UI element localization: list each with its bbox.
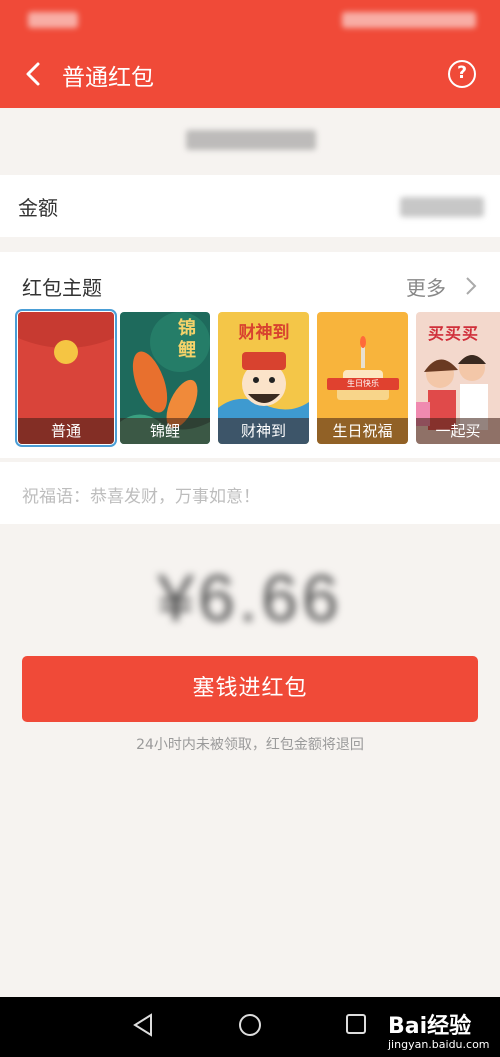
refund-note: 24小时内未被领取，红包金额将退回: [136, 737, 364, 753]
theme-caption: 一起买: [416, 418, 500, 444]
total-amount-display: ¥6.66: [0, 560, 500, 650]
more-themes-link[interactable]: 更多: [406, 272, 446, 301]
theme-caption: 财神到: [218, 418, 309, 444]
recipient-blurred: [186, 130, 316, 150]
amount-row[interactable]: 金额: [0, 175, 500, 237]
theme-card-koi[interactable]: 锦鲤 锦鲤: [120, 312, 210, 444]
theme-caption: 锦鲤: [120, 418, 210, 444]
theme-card-fortune-god[interactable]: 财神到 财神到: [218, 312, 309, 444]
top-nav-bar: 普通红包 ?: [0, 40, 500, 108]
chevron-right-icon[interactable]: [462, 274, 480, 298]
theme-card-normal[interactable]: 普通: [15, 309, 117, 447]
watermark-brand: Bai经验: [388, 1014, 472, 1039]
status-bar-right-blurred: [342, 12, 476, 28]
theme-card-shopping[interactable]: 买买买 一起买: [416, 312, 500, 444]
recipient-row: [0, 108, 500, 172]
theme-section-title: 红包主题: [22, 276, 102, 300]
page-title: 普通红包: [62, 65, 154, 91]
amount-label: 金额: [18, 196, 58, 220]
fortune-god-art-text: 财神到: [238, 323, 290, 343]
status-bar: [0, 0, 500, 40]
blessing-row: 祝福语：恭喜发财，万事如意！: [0, 462, 500, 524]
birthday-art-text: 生日快乐: [347, 379, 379, 388]
amount-value-blurred[interactable]: [400, 197, 484, 217]
status-bar-left-blurred: [28, 12, 78, 28]
blessing-input[interactable]: 祝福语：恭喜发财，万事如意！: [22, 482, 260, 507]
koi-art-text: 锦鲤: [178, 318, 196, 361]
theme-caption: 普通: [18, 418, 114, 444]
help-icon[interactable]: ?: [448, 60, 476, 88]
back-triangle-icon[interactable]: [132, 1013, 154, 1037]
shopping-art-text: 买买买: [428, 324, 480, 343]
theme-card-birthday[interactable]: 生日快乐 生日祝福: [317, 312, 408, 444]
back-arrow-icon[interactable]: [18, 56, 54, 92]
theme-section: 红包主题 更多 普通 锦鲤 锦鲤 财神到 财神到 生日快乐 生日祝福 买买买 一…: [0, 252, 500, 458]
theme-caption: 生日祝福: [317, 418, 408, 444]
submit-money-button[interactable]: 塞钱进红包: [22, 656, 478, 722]
recents-square-icon[interactable]: [345, 1013, 367, 1035]
total-amount: ¥6.66: [157, 561, 343, 635]
watermark-url: jingyan.baidu.com: [388, 1038, 490, 1051]
home-circle-icon[interactable]: [238, 1013, 262, 1037]
